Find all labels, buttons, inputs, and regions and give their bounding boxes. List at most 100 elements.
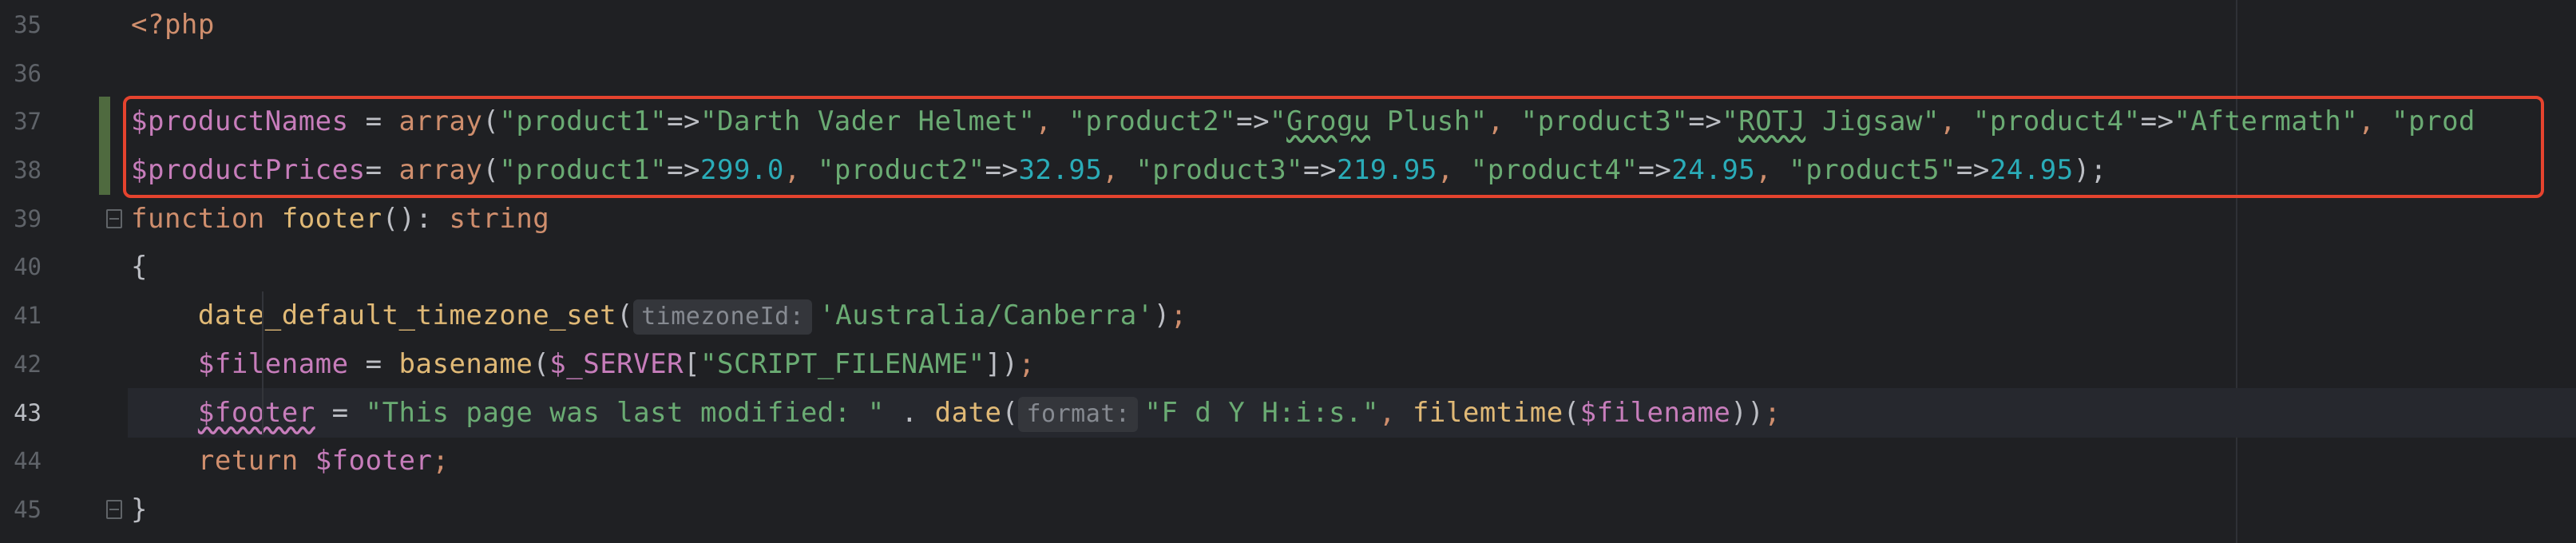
paren: (: [482, 154, 500, 186]
string: "SCRIPT_FILENAME": [700, 348, 985, 380]
separator: ,: [1755, 154, 1789, 186]
separator: ,: [1378, 397, 1413, 429]
parameter-hint: timezoneId:: [633, 299, 813, 335]
code-line-40: {: [128, 242, 2576, 291]
code-line-39: function footer(): string: [128, 194, 2576, 244]
string: "Aftermath": [2174, 105, 2359, 137]
line-number: 37: [14, 108, 42, 135]
paren: )): [1730, 397, 1765, 429]
separator: ,: [1437, 154, 1471, 186]
separator: ,: [2358, 105, 2392, 137]
number: 24.95: [1989, 154, 2074, 186]
brace: {: [131, 251, 148, 283]
string: "product2": [1068, 105, 1237, 137]
function-call: date: [934, 397, 1002, 429]
code-area[interactable]: <?php $productNames = array("product1"=>…: [128, 0, 2576, 543]
code-line-44: return $footer;: [128, 436, 2576, 486]
string: "product5": [1789, 154, 1956, 186]
string: "product4": [1470, 154, 1639, 186]
code-line-37: $productNames = array("product1"=>"Darth…: [128, 97, 2576, 146]
paren: (: [1001, 397, 1019, 429]
code-line-43-current: $footer = "This page was last modified: …: [128, 388, 2576, 438]
vcs-change-marker[interactable]: [99, 97, 110, 146]
php-open-tag: <?php: [131, 9, 215, 41]
operator: =: [348, 348, 399, 380]
fold-marker-icon[interactable]: [106, 209, 122, 228]
paren: (: [1563, 397, 1580, 429]
paren: ): [1153, 299, 1171, 331]
function-call: date_default_timezone_set: [197, 299, 617, 331]
line-number: 39: [14, 205, 42, 232]
string: "product2": [817, 154, 985, 186]
line-number: 42: [14, 351, 42, 378]
string: "prod: [2392, 105, 2476, 137]
line-number: 40: [14, 253, 42, 280]
variable: $productPrices: [131, 154, 366, 186]
arrow: =>: [667, 154, 701, 186]
number: 219.95: [1336, 154, 1437, 186]
semicolon: ;: [432, 445, 450, 477]
arrow: =>: [1303, 154, 1337, 186]
paren: ): [1001, 348, 1019, 380]
code-line-42: $filename = basename($_SERVER["SCRIPT_FI…: [128, 339, 2576, 389]
semicolon: ;: [1764, 397, 1781, 429]
string: Jigsaw": [1805, 105, 1940, 137]
vcs-change-marker[interactable]: [99, 145, 110, 195]
code-line-41: date_default_timezone_set(timezoneId: 'Au…: [128, 291, 2576, 340]
code-line-45: }: [128, 485, 2576, 534]
paren: (: [482, 105, 500, 137]
paren: (: [533, 348, 550, 380]
arrow: =>: [1956, 154, 1990, 186]
separator: ,: [783, 154, 818, 186]
code-line-38: $productPrices= array("product1"=>299.0,…: [128, 145, 2576, 195]
string: "product3": [1135, 154, 1304, 186]
semicolon: ;: [1170, 299, 1187, 331]
separator: ,: [1102, 154, 1136, 186]
variable: $filename: [197, 348, 349, 380]
line-number: 41: [14, 302, 42, 329]
arrow: =>: [667, 105, 701, 137]
variable: $footer: [315, 445, 433, 477]
signature: ():: [382, 203, 450, 235]
variable: $footer: [197, 397, 315, 429]
operator: =: [315, 397, 366, 429]
string: "product4": [1972, 105, 2141, 137]
variable: $productNames: [131, 105, 349, 137]
editor-gutter[interactable]: 35 36 37 38 39 40 41 42 43 44 45: [0, 0, 122, 543]
string: "Darth Vader Helmet": [700, 105, 1036, 137]
code-editor[interactable]: 35 36 37 38 39 40 41 42 43 44 45 <?php $…: [0, 0, 2576, 543]
separator: ,: [1487, 105, 1521, 137]
arrow: =>: [1638, 154, 1672, 186]
paren: );: [2073, 154, 2107, 186]
arrow: =>: [2140, 105, 2174, 137]
keyword: function: [131, 203, 265, 235]
operator: =: [365, 154, 399, 186]
number: 299.0: [700, 154, 784, 186]
variable: $_SERVER: [549, 348, 684, 380]
keyword: array: [398, 154, 483, 186]
paren: (: [616, 299, 634, 331]
bracket: [: [684, 348, 701, 380]
function-name: footer: [264, 203, 382, 235]
string: "This page was last modified: ": [365, 397, 885, 429]
arrow: =>: [1688, 105, 1722, 137]
separator: ,: [1035, 105, 1069, 137]
bracket: ]: [985, 348, 1002, 380]
arrow: =>: [1236, 105, 1270, 137]
typo-word: Grogu: [1286, 105, 1370, 137]
operator: .: [884, 397, 935, 429]
line-number: 35: [14, 11, 42, 38]
line-number: 38: [14, 157, 42, 184]
separator: ,: [1939, 105, 1973, 137]
variable: $filename: [1579, 397, 1731, 429]
line-number: 44: [14, 447, 42, 474]
parameter-hint: format:: [1018, 397, 1139, 432]
line-number-current: 43: [14, 399, 42, 426]
line-number: 45: [14, 496, 42, 523]
fold-marker-icon[interactable]: [106, 500, 122, 519]
code-line-35: <?php: [128, 0, 2576, 50]
